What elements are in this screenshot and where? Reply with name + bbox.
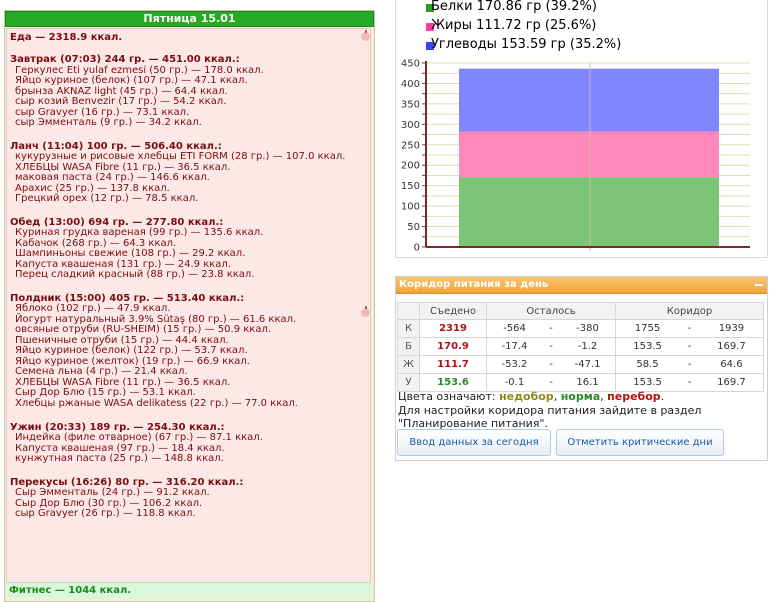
eaten-value: 153.6 (419, 373, 487, 392)
remaining-max: -1.2 (560, 337, 617, 356)
corridor-dash: - (679, 319, 700, 338)
col-header-corridor: Коридор (615, 302, 764, 320)
corridor-row: Ж 111.7 -53.2- -47.1 58.5-64.6 (397, 355, 764, 374)
remaining-dash: - (541, 373, 561, 392)
apple-icon[interactable] (361, 30, 370, 41)
food-item[interactable]: Яйцо куриное (белок) (122 гр.) — 53.7 кк… (15, 345, 248, 356)
y-tick-label: 250 (401, 140, 420, 151)
app-root: Пятница 15.01 Еда — 2318.9 ккал. Завтрак… (0, 0, 777, 602)
corridor-header[interactable]: Коридор питания за день (396, 277, 767, 294)
color-norm-label: норма (560, 390, 601, 403)
food-diary: Еда — 2318.9 ккал. Завтрак (07:03) 244 г… (6, 28, 371, 598)
food-item[interactable]: сыр Gravyer (26 гр.) — 118.8 ккал. (15, 508, 196, 519)
food-item[interactable]: кукурузные и рисовые хлебцы ETI FORM (28… (15, 151, 345, 162)
colors-prefix: Цвета означают: (398, 390, 496, 403)
y-tick-label: 0 (414, 243, 420, 254)
corridor-min: 1755 (615, 319, 680, 338)
food-item[interactable]: Яйцо куриное (белок) (107 гр.) — 47.1 кк… (15, 75, 248, 86)
corridor-min: 153.5 (615, 373, 680, 392)
corridor-panel: Коридор питания за день Съедено Осталось… (395, 276, 768, 461)
y-tick-label: 150 (401, 181, 420, 192)
y-tick-label: 350 (401, 99, 420, 110)
bar-segment-0 (459, 177, 719, 247)
stacked-bar-chart: 0 50 100 150 200 250 300 350 400 450 (401, 59, 750, 254)
corridor-min: 58.5 (615, 355, 680, 374)
food-item[interactable]: Перец сладкий красный (88 гр.) — 23.8 кк… (15, 269, 255, 280)
bar-segment-1 (459, 131, 719, 178)
day-header[interactable]: Пятница 15.01 (5, 11, 374, 27)
row-label: У (397, 373, 420, 392)
remaining-dash: - (541, 319, 561, 338)
col-header-eaten: Съедено (419, 302, 487, 320)
apple-icon[interactable] (361, 306, 370, 317)
eaten-value: 2319 (419, 319, 487, 338)
legend-protein: Белки 170.86 гр (39.2%) (431, 0, 597, 14)
food-item[interactable]: Куриная грудка вареная (99 гр.) — 135.6 … (15, 227, 263, 238)
colors-legend: Цвета означают: недобор, норма, перебор. (398, 390, 665, 403)
y-tick-label: 50 (407, 222, 420, 233)
y-tick-label: 100 (401, 202, 420, 213)
legend-fat: Жиры 111.72 гр (25.6%) (431, 18, 597, 33)
meal-title[interactable]: Завтрак (07:03) 244 гр. — 451.00 ккал.: (10, 54, 240, 65)
row-label: К (397, 319, 420, 338)
corridor-max: 1939 (699, 319, 764, 338)
row-label: Б (397, 337, 420, 356)
enter-today-button[interactable]: Ввод данных за сегодня (397, 429, 551, 456)
food-item[interactable]: Хлебцы ржаные WASA delikatess (22 гр.) —… (15, 398, 298, 409)
row-label: Ж (397, 355, 420, 374)
food-item[interactable]: Сыр Эмменталь (24 гр.) — 91.2 ккал. (15, 487, 210, 498)
remaining-min: -564 (485, 319, 542, 338)
food-total: Еда — 2318.9 ккал. (10, 32, 123, 43)
food-item[interactable]: Шампиньоны свежие (108 гр.) — 29.2 ккал. (15, 248, 245, 259)
col-header-remaining: Осталось (486, 302, 616, 320)
collapse-icon[interactable] (755, 284, 763, 286)
food-item[interactable]: маковая паста (24 гр.) — 146.6 ккал. (15, 172, 210, 183)
food-item[interactable]: овсяные отруби (RU-SHEIM) (15 гр.) — 50.… (15, 324, 271, 335)
eaten-value: 170.9 (419, 337, 487, 356)
fitness-total: Фитнес — 1044 ккал. (6, 582, 371, 598)
remaining-max: -47.1 (560, 355, 617, 374)
remaining-max: 16.1 (560, 373, 617, 392)
corridor-note-1: Для настройки коридора питания зайдите в… (398, 404, 702, 417)
y-tick-label: 400 (401, 79, 420, 90)
corridor-max: 169.7 (699, 337, 764, 356)
mark-critical-days-button[interactable]: Отметить критические дни (556, 429, 724, 456)
food-item[interactable]: Грецкий орех (12 гр.) — 78.5 ккал. (15, 193, 198, 204)
corridor-row: К 2319 -564- -380 1755-1939 (397, 319, 764, 338)
remaining-min: -53.2 (485, 355, 542, 374)
food-item[interactable]: Семена льна (4 гр.) — 21.4 ккал. (15, 366, 188, 377)
corridor-dash: - (679, 355, 700, 374)
corridor-row: Б 170.9 -17.4- -1.2 153.5-169.7 (397, 337, 764, 356)
remaining-max: -380 (560, 319, 617, 338)
y-tick-label: 450 (401, 59, 420, 70)
corridor-row: У 153.6 -0.1-16.1 153.5-169.7 (397, 373, 764, 392)
corridor-max: 64.6 (699, 355, 764, 374)
color-over-label: перебор (607, 390, 661, 403)
remaining-min: -0.1 (485, 373, 542, 392)
eaten-value: 111.7 (419, 355, 487, 374)
y-tick-label: 200 (401, 161, 420, 172)
remaining-min: -17.4 (485, 337, 542, 356)
food-item[interactable]: Индейка (филе отварное) (67 гр.) — 87.1 … (15, 432, 263, 443)
legend-carbs: Углеводы 153.59 гр (35.2%) (431, 37, 622, 52)
corridor-table: Съедено Осталось Коридор К 2319 -564- -380 1… (397, 302, 764, 392)
remaining-dash: - (541, 355, 561, 374)
corridor-dash: - (679, 373, 700, 392)
food-item[interactable]: Яблоко (102 гр.) — 47.9 ккал. (15, 303, 170, 314)
bar-segment-2 (459, 68, 719, 132)
corridor-max: 169.7 (699, 373, 764, 392)
corridor-dash: - (679, 337, 700, 356)
col-header-label (397, 302, 420, 320)
corridor-title: Коридор питания за день (399, 279, 549, 290)
food-item[interactable]: сыр Эмменталь (9 гр.) — 34.2 ккал. (15, 117, 202, 128)
food-item[interactable]: сыр козий Benvezir (17 гр.) — 54.2 ккал. (15, 96, 226, 107)
remaining-dash: - (541, 337, 561, 356)
y-tick-label: 300 (401, 120, 420, 131)
color-under-label: недобор (499, 390, 554, 403)
food-item[interactable]: Сыр Дор Блю (15 гр.) — 53.1 ккал. (15, 387, 196, 398)
corridor-min: 153.5 (615, 337, 680, 356)
food-item[interactable]: кунжутная паста (25 гр.) — 148.8 ккал. (15, 453, 224, 464)
